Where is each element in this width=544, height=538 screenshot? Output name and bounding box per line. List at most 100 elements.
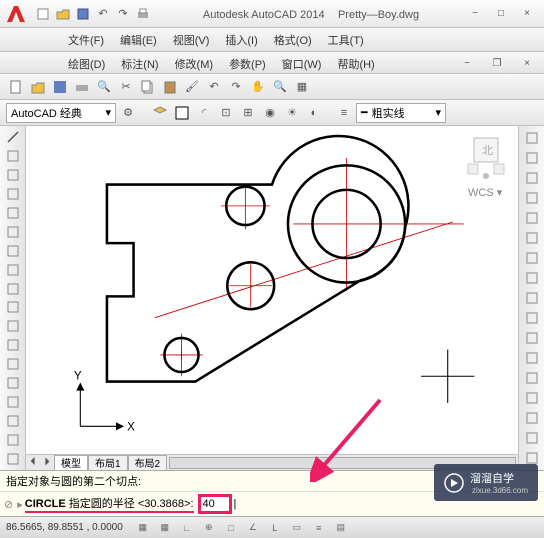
osnap-mode-icon[interactable]: □ <box>221 519 241 537</box>
snap-mode-icon[interactable]: ▦ <box>133 519 153 537</box>
extend-icon[interactable] <box>521 328 543 348</box>
ortho-mode-icon[interactable]: ∟ <box>177 519 197 537</box>
tab-model[interactable]: 模型 <box>54 455 88 471</box>
break-icon[interactable] <box>521 348 543 368</box>
point-icon[interactable] <box>2 355 24 374</box>
properties-icon[interactable]: ▦ <box>292 77 312 97</box>
command-chevron-icon[interactable]: ⊘ <box>4 498 13 511</box>
doc-restore-button[interactable]: ❐ <box>484 54 510 72</box>
3d-orbit-icon[interactable]: ◉ <box>260 103 280 123</box>
ducs-mode-icon[interactable]: L <box>265 519 285 537</box>
mirror-icon[interactable] <box>521 168 543 188</box>
doc-close-button[interactable]: × <box>514 54 540 72</box>
qat-print-icon[interactable] <box>134 5 152 23</box>
copy-icon[interactable] <box>521 148 543 168</box>
undo-icon[interactable]: ↶ <box>204 77 224 97</box>
match-icon[interactable]: 🖌 <box>182 77 202 97</box>
otrack-mode-icon[interactable]: ∠ <box>243 519 263 537</box>
arc-tool-icon[interactable]: ◜ <box>194 103 214 123</box>
cut-icon[interactable]: ✂ <box>116 77 136 97</box>
linetype-icon[interactable]: ≡ <box>334 103 354 123</box>
qat-redo-icon[interactable]: ↷ <box>114 5 132 23</box>
polar-mode-icon[interactable]: ⊕ <box>199 519 219 537</box>
trim-icon[interactable] <box>521 308 543 328</box>
erase-icon[interactable] <box>521 128 543 148</box>
polygon-icon[interactable] <box>2 185 24 204</box>
dyn-mode-icon[interactable]: ▭ <box>287 519 307 537</box>
lwt-mode-icon[interactable]: ≡ <box>309 519 329 537</box>
paste-icon[interactable] <box>160 77 180 97</box>
menu-view[interactable]: 视图(V) <box>165 28 218 51</box>
menu-draw[interactable]: 绘图(D) <box>60 52 113 73</box>
revision-cloud-icon[interactable] <box>2 260 24 279</box>
new-icon[interactable] <box>6 77 26 97</box>
move-icon[interactable] <box>521 228 543 248</box>
drawing-canvas[interactable]: X Y 北 WCS ▾ <box>26 126 518 454</box>
materials-icon[interactable]: ◐ <box>304 103 324 123</box>
command-input[interactable] <box>198 494 232 514</box>
menu-window[interactable]: 窗口(W) <box>274 52 330 73</box>
zoom-icon[interactable]: 🔍 <box>270 77 290 97</box>
redo-icon[interactable]: ↷ <box>226 77 246 97</box>
close-button[interactable]: × <box>514 5 540 23</box>
view-cube[interactable]: 北 WCS ▾ <box>462 134 510 204</box>
rectangle-icon[interactable] <box>2 204 24 223</box>
menu-help[interactable]: 帮助(H) <box>329 52 382 73</box>
stretch-icon[interactable] <box>521 288 543 308</box>
block-icon[interactable] <box>2 336 24 355</box>
qat-new-icon[interactable] <box>34 5 52 23</box>
color-icon[interactable] <box>172 103 192 123</box>
add-icon[interactable] <box>2 449 24 468</box>
linetype-selector[interactable]: ━ 粗实线 ▾ <box>356 103 446 123</box>
polyline-icon[interactable] <box>2 166 24 185</box>
menu-edit[interactable]: 编辑(E) <box>112 28 165 51</box>
region-icon[interactable] <box>2 392 24 411</box>
pan-icon[interactable]: ✋ <box>248 77 268 97</box>
tab-layout2[interactable]: 布局2 <box>128 455 168 471</box>
menu-tools[interactable]: 工具(T) <box>320 28 372 51</box>
workspace-selector[interactable]: AutoCAD 经典 ▾ <box>6 103 116 123</box>
grid-mode-icon[interactable]: ▦ <box>155 519 175 537</box>
gear-icon[interactable]: ⚙ <box>118 103 138 123</box>
qat-undo-icon[interactable]: ↶ <box>94 5 112 23</box>
ellipse-icon[interactable] <box>2 298 24 317</box>
text-icon[interactable] <box>2 430 24 449</box>
array-icon[interactable] <box>521 208 543 228</box>
tab-scroll-right-icon[interactable]: ⏵ <box>40 456 54 470</box>
arc-icon[interactable] <box>2 222 24 241</box>
minimize-button[interactable]: − <box>462 5 488 23</box>
preview-icon[interactable]: 🔍 <box>94 77 114 97</box>
maximize-button[interactable]: □ <box>488 5 514 23</box>
construction-line-icon[interactable] <box>2 147 24 166</box>
menu-dimension[interactable]: 标注(N) <box>113 52 166 73</box>
copy-icon[interactable] <box>138 77 158 97</box>
qp-mode-icon[interactable]: ▤ <box>331 519 351 537</box>
menu-modify[interactable]: 修改(M) <box>167 52 222 73</box>
zoom-extents-icon[interactable]: ⊞ <box>238 103 258 123</box>
scale-icon[interactable] <box>521 268 543 288</box>
table-icon[interactable] <box>2 411 24 430</box>
hatch-icon[interactable] <box>2 374 24 393</box>
layer-icon[interactable] <box>150 103 170 123</box>
line-icon[interactable] <box>2 128 24 147</box>
fillet-icon[interactable] <box>521 408 543 428</box>
offset-icon[interactable] <box>521 188 543 208</box>
qat-save-icon[interactable] <box>74 5 92 23</box>
save-icon[interactable] <box>50 77 70 97</box>
menu-insert[interactable]: 插入(I) <box>217 28 265 51</box>
menu-format[interactable]: 格式(O) <box>266 28 320 51</box>
tab-layout1[interactable]: 布局1 <box>88 455 128 471</box>
doc-minimize-button[interactable]: − <box>454 54 480 72</box>
menu-file[interactable]: 文件(F) <box>60 28 112 51</box>
tab-scroll-left-icon[interactable]: ⏴ <box>26 456 40 470</box>
spline-icon[interactable] <box>2 279 24 298</box>
chamfer-icon[interactable] <box>521 388 543 408</box>
print-icon[interactable] <box>72 77 92 97</box>
join-icon[interactable] <box>521 368 543 388</box>
circle-icon[interactable] <box>2 241 24 260</box>
zoom-window-icon[interactable]: ⊡ <box>216 103 236 123</box>
rotate-icon[interactable] <box>521 248 543 268</box>
coordinates-display[interactable]: 86.5665, 89.8551 , 0.0000 <box>6 522 123 533</box>
open-icon[interactable] <box>28 77 48 97</box>
explode-icon[interactable] <box>521 428 543 448</box>
